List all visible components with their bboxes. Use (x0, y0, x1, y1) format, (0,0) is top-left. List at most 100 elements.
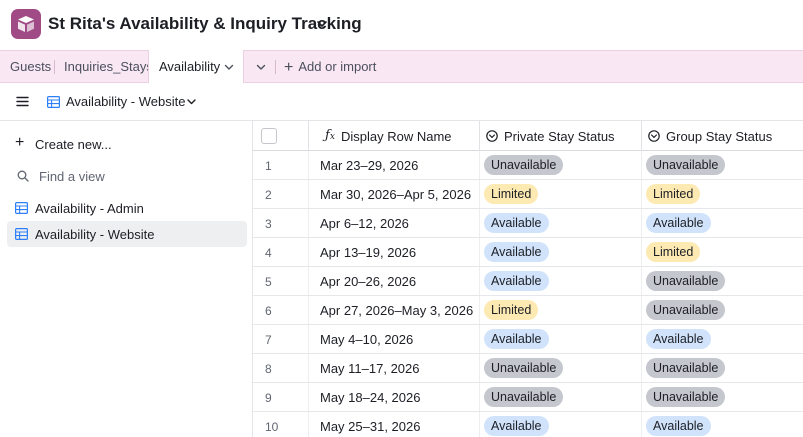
table-row[interactable]: 8 May 11–17, 2026 Unavailable Unavailable (253, 354, 803, 383)
group-stay-status-cell[interactable]: Unavailable (642, 354, 803, 382)
tab-inquiries-stays[interactable]: Inquiries_Stays (64, 51, 153, 83)
row-number: 10 (265, 420, 279, 434)
display-row-name: May 11–17, 2026 (320, 361, 420, 376)
row-number-cell: 10 (253, 412, 309, 437)
table-row[interactable]: 2 Mar 30, 2026–Apr 5, 2026 Limited Limited (253, 180, 803, 209)
column-label: Private Stay Status (504, 129, 615, 144)
display-row-name-cell[interactable]: May 4–10, 2026 (309, 325, 480, 353)
status-pill: Limited (646, 184, 701, 204)
row-number-cell: 9 (253, 383, 309, 411)
records-grid: ƒx Display Row Name Private Stay Status … (253, 121, 803, 437)
private-stay-status-cell[interactable]: Unavailable (480, 383, 642, 411)
single-select-icon (648, 130, 660, 142)
private-stay-status-cell[interactable]: Available (480, 209, 642, 237)
current-view-name[interactable]: Availability - Website (66, 94, 185, 109)
private-stay-status-cell[interactable]: Limited (480, 296, 642, 324)
column-header-private-stay-status[interactable]: Private Stay Status (480, 121, 642, 151)
status-pill: Available (484, 329, 549, 349)
row-number-cell: 5 (253, 267, 309, 295)
status-pill: Unavailable (646, 155, 726, 175)
column-header-display-row-name[interactable]: ƒx Display Row Name (309, 121, 480, 151)
display-row-name: Apr 6–12, 2026 (320, 216, 409, 231)
all-tables-chevron-icon[interactable] (255, 61, 267, 73)
column-header-group-stay-status[interactable]: Group Stay Status (642, 121, 803, 151)
search-icon (17, 170, 29, 182)
group-stay-status-cell[interactable]: Unavailable (642, 151, 803, 179)
display-row-name-cell[interactable]: May 25–31, 2026 (309, 412, 480, 437)
display-row-name: Apr 20–26, 2026 (320, 274, 417, 289)
select-all-cell (253, 121, 309, 151)
tab-availability-label: Availability (159, 59, 221, 74)
private-stay-status-cell[interactable]: Limited (480, 180, 642, 208)
table-row[interactable]: 6 Apr 27, 2026–May 3, 2026 Limited Unavaila… (253, 296, 803, 325)
table-row[interactable]: 5 Apr 20–26, 2026 Available Unavailable (253, 267, 803, 296)
chevron-down-icon[interactable] (223, 61, 235, 73)
display-row-name-cell[interactable]: Apr 13–19, 2026 (309, 238, 480, 266)
add-or-import-button[interactable]: + Add or import (284, 51, 376, 83)
group-stay-status-cell[interactable]: Limited (642, 180, 803, 208)
menu-icon[interactable] (16, 95, 29, 108)
table-row[interactable]: 9 May 18–24, 2026 Unavailable Unavailable (253, 383, 803, 412)
group-stay-status-cell[interactable]: Unavailable (642, 383, 803, 411)
status-pill: Unavailable (646, 358, 726, 378)
column-label: Group Stay Status (666, 129, 773, 144)
group-stay-status-cell[interactable]: Unavailable (642, 296, 803, 324)
row-number-cell: 8 (253, 354, 309, 382)
display-row-name-cell[interactable]: Apr 27, 2026–May 3, 2026 (309, 296, 480, 324)
private-stay-status-cell[interactable]: Available (480, 238, 642, 266)
private-stay-status-cell[interactable]: Unavailable (480, 151, 642, 179)
base-logo-icon[interactable] (11, 9, 41, 39)
status-pill: Available (484, 213, 549, 233)
grid-header: ƒx Display Row Name Private Stay Status … (253, 121, 803, 151)
table-row[interactable]: 10 May 25–31, 2026 Available Available (253, 412, 803, 437)
status-pill: Limited (646, 242, 701, 262)
group-stay-status-cell[interactable]: Limited (642, 238, 803, 266)
row-number-cell: 7 (253, 325, 309, 353)
tab-availability[interactable]: Availability (148, 50, 244, 84)
formula-icon: ƒx (325, 128, 335, 143)
view-label: Availability - Admin (35, 201, 144, 216)
tab-divider (275, 60, 276, 74)
find-view-placeholder: Find a view (39, 169, 105, 184)
private-stay-status-cell[interactable]: Available (480, 325, 642, 353)
display-row-name-cell[interactable]: Apr 20–26, 2026 (309, 267, 480, 295)
display-row-name-cell[interactable]: Apr 6–12, 2026 (309, 209, 480, 237)
group-stay-status-cell[interactable]: Available (642, 209, 803, 237)
sidebar-view-availability-website[interactable]: Availability - Website (7, 221, 247, 247)
private-stay-status-cell[interactable]: Available (480, 412, 642, 437)
create-new-view-button[interactable]: + Create new... (7, 131, 247, 157)
chevron-down-icon[interactable] (315, 17, 329, 31)
chevron-down-icon[interactable] (186, 96, 197, 107)
display-row-name: Mar 23–29, 2026 (320, 158, 419, 173)
views-sidebar: + Create new... Find a view Availability… (0, 121, 253, 437)
status-pill: Available (484, 271, 549, 291)
display-row-name-cell[interactable]: May 18–24, 2026 (309, 383, 480, 411)
status-pill: Limited (484, 184, 539, 204)
grid-view-icon (47, 96, 60, 108)
status-pill: Unavailable (646, 271, 726, 291)
group-stay-status-cell[interactable]: Unavailable (642, 267, 803, 295)
find-view-search[interactable]: Find a view (7, 163, 247, 189)
display-row-name-cell[interactable]: Mar 30, 2026–Apr 5, 2026 (309, 180, 480, 208)
table-row[interactable]: 7 May 4–10, 2026 Available Available (253, 325, 803, 354)
private-stay-status-cell[interactable]: Available (480, 267, 642, 295)
table-row[interactable]: 4 Apr 13–19, 2026 Available Limited (253, 238, 803, 267)
status-pill: Available (646, 329, 711, 349)
display-row-name-cell[interactable]: May 11–17, 2026 (309, 354, 480, 382)
add-or-import-label: Add or import (298, 59, 377, 74)
group-stay-status-cell[interactable]: Available (642, 325, 803, 353)
table-row[interactable]: 1 Mar 23–29, 2026 Unavailable Unavailable (253, 151, 803, 180)
tab-guests[interactable]: Guests (10, 51, 51, 83)
row-number: 8 (265, 362, 272, 376)
table-row[interactable]: 3 Apr 6–12, 2026 Available Available (253, 209, 803, 238)
group-stay-status-cell[interactable]: Available (642, 412, 803, 437)
row-number: 5 (265, 275, 272, 289)
sidebar-view-availability-admin[interactable]: Availability - Admin (7, 195, 247, 221)
private-stay-status-cell[interactable]: Unavailable (480, 354, 642, 382)
row-number: 2 (265, 188, 272, 202)
display-row-name: May 25–31, 2026 (320, 419, 421, 434)
table-tabs-bar: Guests Inquiries_Stays Availability + Add… (0, 50, 803, 84)
select-all-checkbox[interactable] (261, 128, 277, 144)
app-header: St Rita's Availability & Inquiry Trackin… (0, 0, 803, 50)
display-row-name-cell[interactable]: Mar 23–29, 2026 (309, 151, 480, 179)
